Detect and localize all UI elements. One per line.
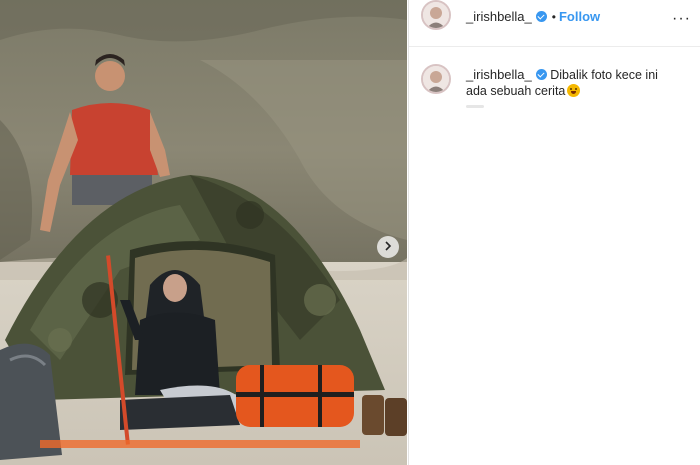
caption-avatar[interactable] <box>421 64 451 94</box>
avatar[interactable] <box>421 0 451 30</box>
verified-badge-icon <box>535 11 547 22</box>
more-options-icon[interactable]: ··· <box>672 10 691 28</box>
caption-username[interactable]: _irishbella_ <box>466 67 532 82</box>
post-header: _irishbella_ • Follow ··· <box>409 0 700 47</box>
post-photo[interactable] <box>0 0 407 465</box>
timestamp-placeholder <box>466 105 484 108</box>
separator-dot: • <box>551 10 556 24</box>
follow-button[interactable]: Follow <box>559 9 600 24</box>
post-sidebar: _irishbella_ • Follow ··· _irishbella_ Dib… <box>408 0 700 465</box>
grinning-face-icon <box>567 84 581 97</box>
carousel-next-button[interactable] <box>377 236 399 258</box>
username[interactable]: _irishbella_ <box>466 9 532 24</box>
chevron-right-icon <box>383 238 393 256</box>
orange-bag <box>236 365 354 427</box>
caption: _irishbella_ Dibalik foto kece ini ada s… <box>466 67 686 99</box>
caption-text-line1: Dibalik foto kece ini <box>550 68 658 82</box>
verified-badge-icon <box>535 69 547 80</box>
caption-text-line2: ada sebuah cerita <box>466 84 566 98</box>
